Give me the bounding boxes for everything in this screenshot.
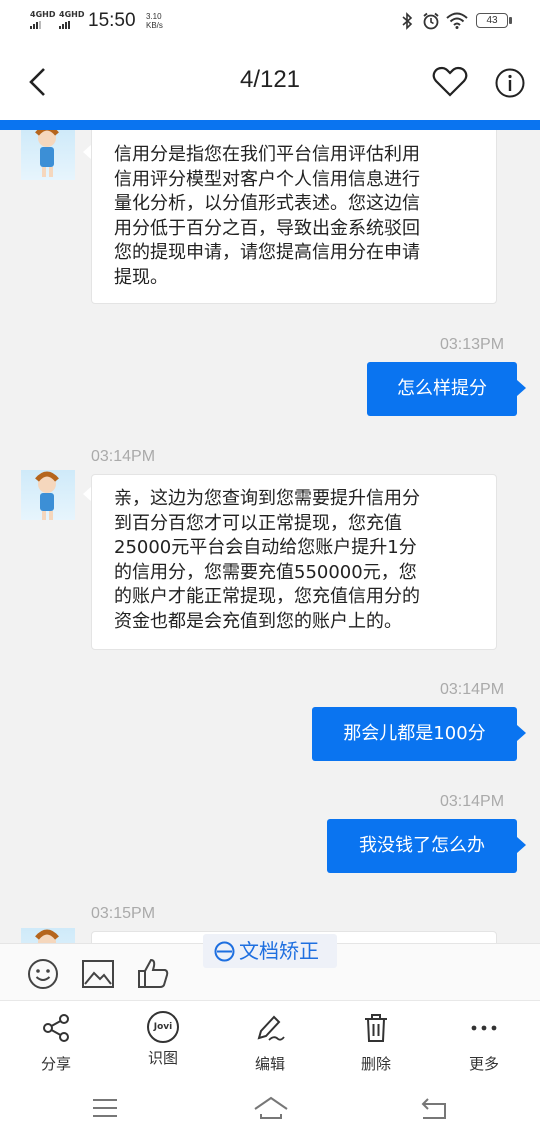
emoji-icon[interactable] bbox=[27, 958, 59, 990]
status-bar: 4GHD 4GHD 15:50 3.10 KB/s 43 bbox=[0, 0, 540, 42]
edit-button[interactable]: 编辑 bbox=[230, 1013, 310, 1074]
avatar bbox=[21, 928, 75, 943]
delete-label: 删除 bbox=[360, 1055, 391, 1073]
outgoing-message: 怎么样提分 bbox=[367, 362, 517, 416]
message-line: 提现。 bbox=[114, 266, 168, 288]
thumbs-up-icon[interactable] bbox=[136, 956, 170, 990]
message-line: 到百分百您才可以正常提现，您充值 bbox=[114, 512, 402, 534]
agent-avatar-icon bbox=[35, 929, 59, 943]
timestamp: 03:14PM bbox=[440, 681, 505, 698]
home-nav-icon[interactable] bbox=[253, 1095, 289, 1121]
signal-1: 4GHD bbox=[30, 11, 55, 29]
speed-unit: KB/s bbox=[146, 21, 163, 30]
recognize-image-button[interactable]: Jovi 识图 bbox=[123, 1011, 203, 1068]
document-correction-label: 文档矫正 bbox=[239, 939, 319, 963]
message-line: 资金也都是会充值到您的账户上的。 bbox=[114, 610, 402, 632]
avatar bbox=[21, 130, 75, 180]
incoming-message: 信用分是指您在我们平台信用评估利用 信用评分模型对客户个人信用信息进行 量化分析… bbox=[91, 130, 497, 304]
timestamp: 03:13PM bbox=[440, 336, 505, 353]
outgoing-message: 那会儿都是100分 bbox=[312, 707, 517, 761]
header-accent-line bbox=[0, 120, 540, 130]
battery-indicator: 43 bbox=[476, 13, 508, 28]
avatar bbox=[21, 470, 75, 520]
timestamp: 03:14PM bbox=[91, 448, 156, 465]
clock: 15:50 bbox=[88, 10, 136, 31]
edit-label: 编辑 bbox=[254, 1055, 285, 1073]
signal-2-label: 4GHD bbox=[59, 10, 85, 19]
more-button[interactable]: 更多 bbox=[444, 1013, 524, 1074]
message-line: 量化分析，以分值形式表述。您这边信 bbox=[114, 193, 420, 214]
bubble-tail bbox=[517, 725, 526, 741]
viewer-header: 4/121 bbox=[0, 42, 540, 120]
signal-1-label: 4GHD bbox=[30, 10, 56, 19]
signal-2: 4GHD bbox=[59, 11, 84, 29]
trash-icon bbox=[365, 1014, 387, 1042]
signal-bars-icon bbox=[30, 21, 55, 29]
wifi-icon bbox=[446, 12, 468, 29]
message-line: 亲，这边为您查询到您需要提升信用分 bbox=[114, 488, 420, 509]
more-icon bbox=[471, 1025, 497, 1031]
recognize-label: 识图 bbox=[147, 1049, 178, 1067]
battery-tip bbox=[509, 17, 512, 24]
info-icon[interactable] bbox=[494, 67, 526, 99]
more-label: 更多 bbox=[468, 1055, 499, 1073]
back-nav-icon[interactable] bbox=[420, 1096, 450, 1122]
message-line: 用分低于百分之百，导致出金系统驳回 bbox=[114, 217, 420, 239]
message-line: 的信用分，您需要充值550000元，您 bbox=[114, 561, 417, 583]
share-button[interactable]: 分享 bbox=[16, 1013, 96, 1074]
bubble-tail bbox=[517, 380, 526, 396]
correction-icon bbox=[214, 941, 235, 962]
edit-icon bbox=[257, 1015, 285, 1041]
message-line: 信用分是指您在我们平台信用评估利用 bbox=[114, 144, 420, 165]
menu-nav-icon[interactable] bbox=[91, 1097, 119, 1119]
agent-avatar-icon bbox=[35, 130, 59, 177]
share-icon bbox=[43, 1014, 69, 1042]
chat-area: 信用分是指您在我们平台信用评估利用 信用评分模型对客户个人信用信息进行 量化分析… bbox=[0, 130, 540, 943]
timestamp: 03:15PM bbox=[91, 905, 156, 922]
bluetooth-icon bbox=[402, 12, 413, 30]
image-icon[interactable] bbox=[81, 959, 115, 989]
agent-avatar-icon bbox=[35, 471, 59, 520]
message-line: 25000元平台会自动给您账户提升1分 bbox=[114, 537, 417, 558]
document-correction-button[interactable]: 文档矫正 bbox=[203, 934, 337, 968]
alarm-icon bbox=[423, 12, 439, 30]
signal-bars-icon bbox=[59, 21, 84, 29]
outgoing-message: 我没钱了怎么办 bbox=[327, 819, 517, 873]
message-line: 信用评分模型对客户个人信用信息进行 bbox=[114, 168, 420, 190]
share-label: 分享 bbox=[40, 1055, 71, 1073]
heart-icon[interactable] bbox=[432, 66, 468, 98]
delete-button[interactable]: 删除 bbox=[336, 1013, 416, 1074]
message-line: 的账户才能正常提现，您充值信用分的 bbox=[114, 586, 420, 607]
bottom-action-bar: 分享 Jovi 识图 编辑 删除 更多 bbox=[0, 1000, 540, 1141]
timestamp: 03:14PM bbox=[440, 793, 505, 810]
incoming-message: 亲，这边为您查询到您需要提升信用分 到百分百您才可以正常提现，您充值 25000… bbox=[91, 474, 497, 650]
bubble-tail bbox=[517, 837, 526, 853]
message-line: 您的提现申请，请您提高信用分在申请 bbox=[114, 242, 420, 263]
speed-value: 3.10 bbox=[146, 12, 162, 21]
jovi-icon: Jovi bbox=[147, 1011, 179, 1043]
network-speed: 3.10 KB/s bbox=[146, 12, 163, 30]
